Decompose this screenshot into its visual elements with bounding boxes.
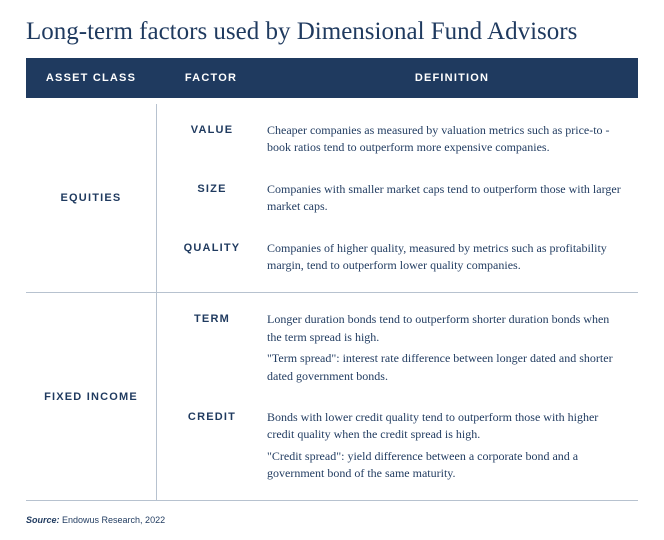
- source-value: Endowus Research, 2022: [60, 515, 166, 525]
- header-factor: FACTOR: [156, 58, 266, 98]
- definition-paragraph: Companies with smaller market caps tend …: [267, 181, 624, 216]
- factor-label: TERM: [157, 307, 267, 325]
- definition-paragraph: "Credit spread": yield difference betwee…: [267, 448, 624, 483]
- factor-row: VALUECheaper companies as measured by va…: [157, 110, 638, 169]
- asset-class-cell: EQUITIES: [26, 104, 156, 292]
- definition-cell: Bonds with lower credit quality tend to …: [267, 405, 638, 487]
- factor-label: QUALITY: [157, 236, 267, 254]
- header-definition: DEFINITION: [266, 58, 638, 98]
- definition-cell: Companies with smaller market caps tend …: [267, 177, 638, 220]
- asset-class-cell: FIXED INCOME: [26, 293, 156, 500]
- definition-paragraph: Bonds with lower credit quality tend to …: [267, 409, 624, 444]
- definition-paragraph: Cheaper companies as measured by valuati…: [267, 122, 624, 157]
- definition-cell: Cheaper companies as measured by valuati…: [267, 118, 638, 161]
- definition-paragraph: Longer duration bonds tend to outperform…: [267, 311, 624, 346]
- table-header: ASSET CLASS FACTOR DEFINITION: [26, 58, 638, 98]
- source-label: Source:: [26, 515, 60, 525]
- factor-row: TERMLonger duration bonds tend to outper…: [157, 299, 638, 397]
- definition-cell: Companies of higher quality, measured by…: [267, 236, 638, 279]
- definition-paragraph: Companies of higher quality, measured by…: [267, 240, 624, 275]
- page-title: Long-term factors used by Dimensional Fu…: [26, 18, 638, 46]
- asset-group: FIXED INCOMETERMLonger duration bonds te…: [26, 293, 638, 501]
- factor-rows: TERMLonger duration bonds tend to outper…: [156, 293, 638, 500]
- factor-label: SIZE: [157, 177, 267, 195]
- header-asset-class: ASSET CLASS: [26, 58, 156, 98]
- factor-row: SIZECompanies with smaller market caps t…: [157, 169, 638, 228]
- page: Long-term factors used by Dimensional Fu…: [0, 0, 664, 539]
- definition-paragraph: "Term spread": interest rate difference …: [267, 350, 624, 385]
- asset-group: EQUITIESVALUECheaper companies as measur…: [26, 104, 638, 293]
- factor-label: CREDIT: [157, 405, 267, 423]
- factor-row: CREDITBonds with lower credit quality te…: [157, 397, 638, 495]
- factor-label: VALUE: [157, 118, 267, 136]
- factor-row: QUALITYCompanies of higher quality, meas…: [157, 228, 638, 287]
- table-body: EQUITIESVALUECheaper companies as measur…: [26, 104, 638, 501]
- factor-rows: VALUECheaper companies as measured by va…: [156, 104, 638, 292]
- source-line: Source: Endowus Research, 2022: [26, 515, 638, 525]
- definition-cell: Longer duration bonds tend to outperform…: [267, 307, 638, 389]
